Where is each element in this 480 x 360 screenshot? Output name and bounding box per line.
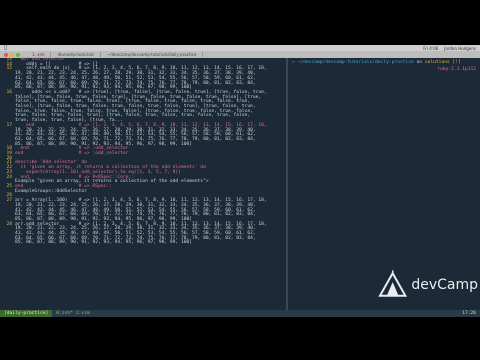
close-icon[interactable] bbox=[4, 52, 8, 57]
tmux-windows[interactable]: 0:zsh* 1:vim bbox=[52, 311, 93, 316]
status-clock: 17:26 bbox=[462, 311, 476, 316]
screen-frame:  Fri 4:06 Jordan Hudgens 1. vim devcamp… bbox=[0, 45, 480, 317]
tmux-session[interactable]: [daily-practice] bbox=[0, 310, 53, 317]
code-view[interactable]: 13 def odd_selector 14 odds = [] # => [] 1… bbox=[0, 57, 286, 246]
brand-name: devCamp bbox=[411, 277, 478, 293]
line-number bbox=[0, 241, 15, 246]
shell-prompt: » ~/devcamp/devcamp-tutorials/daily-prac… bbox=[288, 58, 480, 67]
minimize-icon[interactable] bbox=[10, 52, 14, 57]
tent-icon bbox=[378, 270, 408, 297]
devcamp-logo: devCamp bbox=[378, 267, 478, 303]
ruby-version: ruby-2.3.1p112 bbox=[437, 67, 476, 72]
prompt-on: on bbox=[416, 60, 423, 65]
prompt-path: ~/devcamp/devcamp-tutorials/daily-practi… bbox=[297, 60, 414, 65]
window-controls bbox=[4, 52, 20, 57]
vim-editor-pane[interactable]: 13 def odd_selector 14 odds = [] # => [] 1… bbox=[0, 57, 286, 310]
menubar-clock[interactable]: Fri 4:06 bbox=[423, 46, 438, 51]
tmux-status-bar: [daily-practice] 0:zsh* 1:vim 17:26 bbox=[0, 310, 480, 317]
prompt-symbol: » bbox=[292, 60, 295, 65]
tab-daily-practice[interactable]: ~/devcamp/devcamp-tutorials/daily-practi… bbox=[101, 52, 204, 57]
menubar-user[interactable]: Jordan Hudgens bbox=[444, 46, 476, 51]
git-dirty-flag: [!] bbox=[452, 60, 461, 65]
git-branch: solutions bbox=[424, 60, 450, 65]
terminal-tab-bar: 1. vim devcamp-tutorials ~/devcamp/devca… bbox=[0, 51, 480, 58]
menubar-right: Fri 4:06 Jordan Hudgens bbox=[423, 46, 476, 51]
maximize-icon[interactable] bbox=[16, 52, 20, 57]
line-text[interactable]: 85, 86, 87, 88, 89, 90, 91, 92, 93, 94, … bbox=[15, 241, 286, 246]
ruby-version-row: ruby-2.3.1p112 bbox=[288, 67, 480, 74]
code-line[interactable]: 85, 86, 87, 88, 89, 90, 91, 92, 93, 94, … bbox=[0, 241, 286, 246]
